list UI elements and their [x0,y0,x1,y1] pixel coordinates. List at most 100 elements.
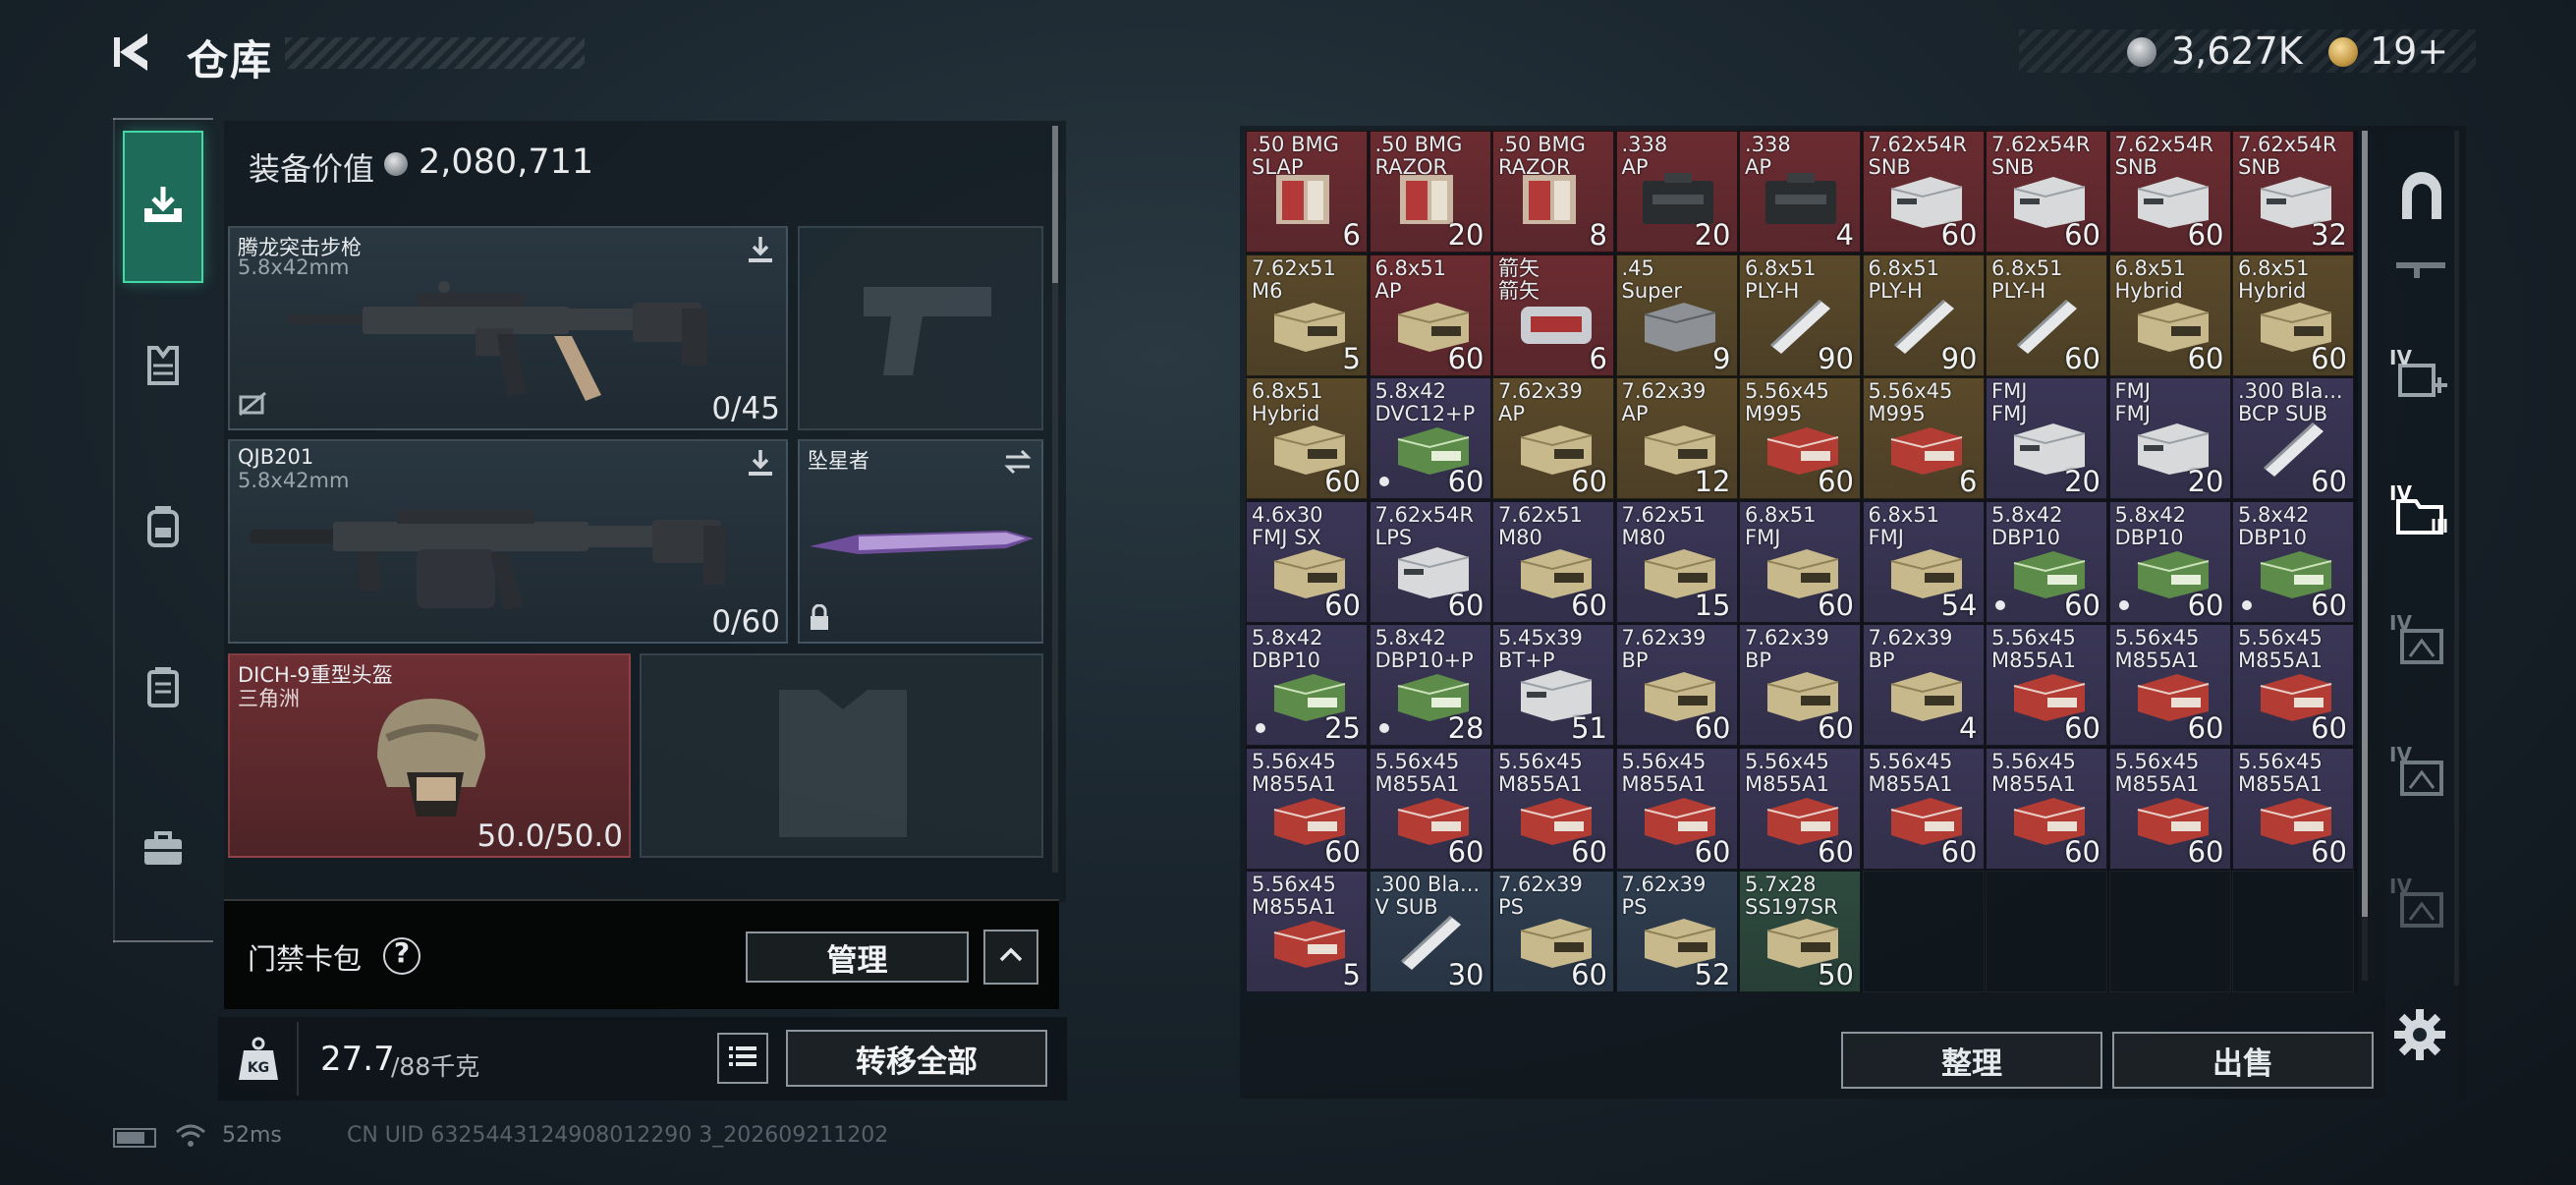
inventory-item[interactable]: .50 BMG RAZOR 20 [1369,131,1491,253]
inventory-item[interactable]: FMJ FMJ 20 [2108,377,2231,499]
inventory-item[interactable]: .338 AP 20 [1615,131,1738,253]
rifle-icon[interactable] [2389,234,2454,299]
transfer-all-button[interactable]: 转移全部 [786,1030,1047,1087]
inventory-item[interactable]: 6.8x51 AP 60 [1369,254,1491,376]
inventory-item[interactable]: .50 BMG RAZOR 8 [1492,131,1614,253]
inventory-item[interactable]: 5.56x45 M855A1 60 [1739,747,1861,870]
swap-icon[interactable] [1002,449,1034,479]
sort-button[interactable]: 整理 [1841,1032,2102,1089]
inventory-item[interactable]: 7.62x54R LPS 60 [1369,500,1491,623]
inventory-item[interactable]: 6.8x51 Hybrid 60 [2108,254,2231,376]
case-plus-icon[interactable]: IV [2389,346,2454,411]
inventory-item[interactable]: 7.62x51 M6 5 [1246,254,1368,376]
inventory-item[interactable]: 5.56x45 M855A1 60 [2232,624,2354,746]
inventory-item[interactable]: 7.62x39 BP 60 [1739,624,1861,746]
inventory-item[interactable]: 箭矢 箭矢 6 [1492,254,1614,376]
manage-button[interactable]: 管理 [746,931,969,983]
inventory-item[interactable]: 5.56x45 M855A1 60 [1986,747,2107,870]
inventory-item[interactable]: 7.62x51 M80 60 [1492,500,1614,623]
case-icon[interactable]: IV [2389,875,2454,939]
sidebar-tab-loadout[interactable] [123,131,203,283]
inventory-item[interactable]: .300 Bla... V SUB 30 [1369,871,1491,992]
sidebar-tab-toolbox[interactable] [123,774,203,927]
inventory-item[interactable]: FMJ FMJ 20 [1986,377,2107,499]
inventory-scrollbar-thumb[interactable] [2362,131,2368,917]
inventory-item[interactable]: 7.62x54R SNB 60 [2108,131,2231,253]
inventory-item[interactable]: 6.8x51 PLY-H 90 [1739,254,1861,376]
inventory-item[interactable]: 5.45x39 BT+P 51 [1492,624,1614,746]
sidebar-tab-backpack[interactable] [123,452,203,604]
inventory-item[interactable]: 7.62x54R SNB 60 [1862,131,1985,253]
inventory-item[interactable]: .45 Super 9 [1615,254,1738,376]
empty-inventory-slot[interactable] [2108,871,2231,992]
inventory-item[interactable]: 5.56x45 M855A1 60 [2108,624,2231,746]
inventory-item[interactable]: 5.7x28 SS197SR 50 [1739,871,1861,992]
empty-inventory-slot[interactable] [2232,871,2354,992]
inventory-item[interactable]: 5.8x42 DBP10 25 [1246,624,1368,746]
rail-scrollbar[interactable] [2454,131,2459,986]
secondary-weapon-slot[interactable]: QJB201 5.8x42mm 0/60 [228,439,788,644]
inventory-item[interactable]: 5.56x45 M855A1 60 [1986,624,2107,746]
pistol-slot-empty[interactable] [798,226,1043,430]
sidebar-tab-vest[interactable] [123,291,203,443]
inventory-item[interactable]: 4.6x30 FMJ SX 60 [1246,500,1368,623]
inventory-item[interactable]: 5.8x42 DVC12+P 60 [1369,377,1491,499]
inventory-item[interactable]: 7.62x39 PS 60 [1492,871,1614,992]
empty-inventory-slot[interactable] [1862,871,1985,992]
case-icon[interactable]: IV [2389,611,2454,676]
item-quantity: 30 [1447,958,1484,991]
inventory-item[interactable]: 5.8x42 DBP10 60 [2108,500,2231,623]
inventory-item[interactable]: 7.62x39 BP 4 [1862,624,1985,746]
inventory-item[interactable]: 7.62x39 PS 52 [1615,871,1738,992]
empty-inventory-slot[interactable] [1986,871,2107,992]
inventory-item[interactable]: 6.8x51 Hybrid 60 [2232,254,2354,376]
case-icon[interactable]: IV [2389,743,2454,808]
inventory-item[interactable]: .338 AP 4 [1739,131,1861,253]
helmet-slot[interactable]: DICH-9重型头盔 三角洲 50.0/50.0 [228,653,631,858]
collapse-button[interactable] [983,930,1038,985]
inventory-item[interactable]: 7.62x39 AP 12 [1615,377,1738,499]
inventory-item[interactable]: 6.8x51 PLY-H 60 [1986,254,2107,376]
inventory-item[interactable]: 7.62x39 BP 60 [1615,624,1738,746]
inventory-item[interactable]: 7.62x39 AP 60 [1492,377,1614,499]
inventory-item[interactable]: 5.56x45 M995 60 [1739,377,1861,499]
list-view-button[interactable] [717,1033,768,1084]
inventory-item[interactable]: .300 Bla... BCP SUB 60 [2232,377,2354,499]
inventory-item[interactable]: 6.8x51 FMJ 54 [1862,500,1985,623]
inventory-item[interactable]: 5.56x45 M855A1 60 [2232,747,2354,870]
item-label: 6.8x51 FMJ [1868,502,1940,549]
inventory-item[interactable]: 5.56x45 M855A1 60 [1615,747,1738,870]
inventory-item[interactable]: 5.56x45 M855A1 60 [1492,747,1614,870]
inventory-item[interactable]: 5.56x45 M855A1 60 [2108,747,2231,870]
chevron-up-icon [998,947,1024,967]
inventory-item[interactable]: 5.56x45 M855A1 60 [1862,747,1985,870]
inventory-item[interactable]: 5.8x42 DBP10 60 [1986,500,2107,623]
inventory-item[interactable]: 7.62x54R SNB 60 [1986,131,2107,253]
inventory-item[interactable]: 5.56x45 M995 6 [1862,377,1985,499]
inventory-item[interactable]: 5.8x42 DBP10+P 28 [1369,624,1491,746]
inventory-item[interactable]: 5.56x45 M855A1 60 [1369,747,1491,870]
inventory-item[interactable]: 6.8x51 FMJ 60 [1739,500,1861,623]
inventory-item[interactable]: 5.8x42 DBP10 60 [2232,500,2354,623]
currency-silver-amount[interactable]: 3,627K [2171,29,2303,73]
inventory-item[interactable]: 7.62x54R SNB 32 [2232,131,2354,253]
gear-icon[interactable] [2392,1007,2447,1062]
sell-button[interactable]: 出售 [2112,1032,2374,1089]
inventory-item[interactable]: 5.56x45 M855A1 60 [1246,747,1368,870]
back-arrow-icon[interactable] [108,28,157,77]
inventory-item[interactable]: 6.8x51 Hybrid 60 [1246,377,1368,499]
inventory-item[interactable]: 7.62x51 M80 15 [1615,500,1738,623]
inventory-item[interactable]: 6.8x51 PLY-H 90 [1862,254,1985,376]
folder-icon[interactable]: IV [2389,481,2454,546]
inventory-item[interactable]: .50 BMG SLAP 6 [1246,131,1368,253]
primary-weapon-slot[interactable]: 腾龙突击步枪 5.8x42mm 0/45 [228,226,788,430]
safe-icon[interactable] [2389,165,2454,230]
melee-slot[interactable]: 坠星者 [798,439,1043,644]
scrollbar-thumb[interactable] [1052,126,1058,283]
sidebar-tab-chest-rig[interactable] [123,612,203,764]
armor-slot-empty[interactable] [640,653,1043,858]
item-label: 5.56x45 M855A1 [1252,749,1336,796]
inventory-item[interactable]: 5.56x45 M855A1 5 [1246,871,1368,992]
marked-dot-icon [1995,599,2005,610]
currency-gold-amount[interactable]: 19+ [2370,29,2448,73]
